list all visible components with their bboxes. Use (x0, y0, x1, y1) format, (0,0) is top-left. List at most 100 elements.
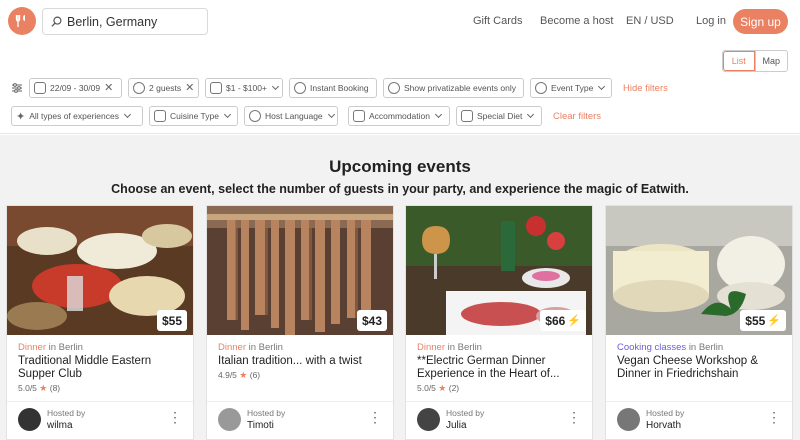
star-icon: ★ (39, 383, 48, 393)
speech-bubble-icon (249, 110, 261, 122)
event-title[interactable]: Italian tradition... with a twist (218, 355, 388, 368)
guests-filter-label: 2 guests (149, 83, 182, 93)
avatar (617, 408, 640, 431)
special-diet-filter[interactable]: Special Diet (456, 106, 542, 126)
host-name: wilma (47, 420, 73, 431)
gift-cards-link[interactable]: Gift Cards (473, 15, 523, 27)
filter-sliders-icon[interactable] (11, 82, 23, 94)
instant-booking-label: Instant Booking (310, 83, 369, 93)
host-language-filter[interactable]: Host Language (244, 106, 338, 126)
price-badge: $66 ⚡ (540, 310, 586, 331)
chevron-down-icon (271, 82, 279, 91)
event-card[interactable]: $43 Dinner in Berlin Italian tradition..… (206, 205, 394, 440)
map-view-button[interactable]: Map (756, 51, 788, 71)
event-card[interactable]: $66 ⚡ Dinner in Berlin **Electric German … (405, 205, 593, 440)
fork-knife-icon (15, 15, 25, 27)
price-badge: $55 ⚡ (740, 310, 786, 331)
lightning-icon (294, 82, 306, 94)
host-name: Timoti (247, 420, 274, 431)
login-link[interactable]: Log in (696, 15, 726, 27)
price-filter-label: $1 - $100+ (226, 83, 267, 93)
date-filter-label: 22/09 - 30/09 (50, 83, 101, 93)
locale-selector[interactable]: EN / USD (626, 15, 674, 27)
more-options-icon[interactable]: ⋮ (368, 410, 382, 424)
event-title[interactable]: Traditional Middle Eastern Supper Club (18, 355, 188, 381)
star-icon: ★ (438, 383, 447, 393)
hosted-by-label: Hosted by (47, 408, 86, 418)
clear-dates-icon[interactable]: ✕ (104, 82, 113, 94)
instant-booking-filter[interactable]: Instant Booking (289, 78, 377, 98)
host-language-label: Host Language (265, 111, 323, 121)
host-row: Hosted by wilma ⋮ (7, 401, 193, 439)
cuisine-filter[interactable]: Cuisine Type (149, 106, 238, 126)
instant-booking-icon: ⚡ (567, 315, 581, 327)
search-input[interactable]: Berlin, Germany (42, 8, 208, 35)
search-value: Berlin, Germany (67, 14, 158, 29)
event-rating: 5.0/5 ★ (2) (417, 383, 460, 393)
chevron-down-icon (598, 82, 606, 91)
experiences-label: All types of experiences (29, 111, 119, 121)
privatizable-filter[interactable]: Show privatizable events only (383, 78, 524, 98)
hosted-by-label: Hosted by (446, 408, 485, 418)
event-category: Cooking classes in Berlin (617, 342, 724, 353)
price-badge: $55 (156, 310, 187, 331)
guests-icon (133, 82, 145, 94)
chevron-down-icon (327, 110, 335, 119)
chevron-down-icon (434, 110, 442, 119)
host-row: Hosted by Timoti ⋮ (207, 401, 393, 439)
event-type-filter[interactable]: Event Type (530, 78, 612, 98)
accommodation-label: Accommodation (369, 111, 430, 121)
special-diet-label: Special Diet (477, 111, 523, 121)
more-options-icon[interactable]: ⋮ (567, 410, 581, 424)
more-options-icon[interactable]: ⋮ (767, 410, 781, 424)
calendar-icon (34, 82, 46, 94)
event-rating: 4.9/5 ★ (6) (218, 370, 261, 380)
host-name: Horvath (646, 420, 682, 431)
price-badge: $43 (356, 310, 387, 331)
event-category: Dinner in Berlin (18, 342, 83, 353)
event-category: Dinner in Berlin (218, 342, 283, 353)
view-toggle: List Map (722, 50, 788, 72)
star-icon: ★ (239, 370, 248, 380)
host-row: Hosted by Julia ⋮ (406, 401, 592, 439)
date-filter[interactable]: 22/09 - 30/09 ✕ (29, 78, 122, 98)
list-view-button[interactable]: List (723, 51, 756, 71)
price-filter[interactable]: $1 - $100+ (205, 78, 283, 98)
money-icon (210, 82, 222, 94)
chevron-down-icon (527, 110, 535, 119)
instant-booking-icon: ⚡ (767, 315, 781, 327)
event-card[interactable]: $55 ⚡ Cooking classes in Berlin Vegan Che… (605, 205, 793, 440)
search-icon (51, 16, 62, 27)
avatar (417, 408, 440, 431)
event-card[interactable]: $55 Dinner in Berlin Traditional Middle … (6, 205, 194, 440)
experiences-filter[interactable]: ✦ All types of experiences (11, 106, 143, 126)
group-icon (388, 82, 400, 94)
hosted-by-label: Hosted by (646, 408, 685, 418)
host-row: Hosted by Horvath ⋮ (606, 401, 792, 439)
guests-filter[interactable]: 2 guests ✕ (128, 78, 199, 98)
become-host-link[interactable]: Become a host (540, 15, 613, 27)
house-icon (353, 110, 365, 122)
avatar (18, 408, 41, 431)
event-title[interactable]: **Electric German Dinner Experience in t… (417, 355, 587, 381)
chevron-down-icon (123, 110, 132, 119)
eatwith-logo[interactable] (8, 7, 36, 35)
event-rating: 5.0/5 ★ (8) (18, 383, 61, 393)
hide-filters-link[interactable]: Hide filters (623, 83, 668, 94)
avatar (218, 408, 241, 431)
accommodation-filter[interactable]: Accommodation (348, 106, 450, 126)
event-title[interactable]: Vegan Cheese Workshop & Dinner in Friedr… (617, 355, 787, 381)
signup-button[interactable]: Sign up (733, 9, 788, 34)
cuisine-label: Cuisine Type (170, 111, 219, 121)
clear-filters-link[interactable]: Clear filters (553, 111, 601, 122)
sparkle-icon: ✦ (16, 110, 26, 123)
top-bar: Berlin, Germany Gift Cards Become a host… (0, 0, 800, 44)
hosted-by-label: Hosted by (247, 408, 286, 418)
more-options-icon[interactable]: ⋮ (168, 410, 182, 424)
clear-guests-icon[interactable]: ✕ (185, 82, 194, 94)
page-subtitle: Choose an event, select the number of gu… (111, 182, 689, 196)
event-category: Dinner in Berlin (417, 342, 482, 353)
event-type-label: Event Type (551, 83, 594, 93)
page-title: Upcoming events (329, 157, 471, 176)
carrot-icon (461, 110, 473, 122)
